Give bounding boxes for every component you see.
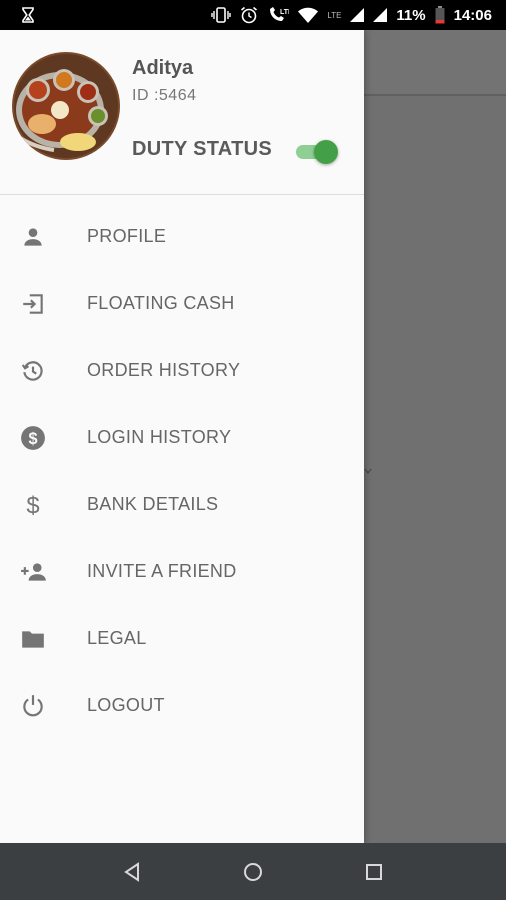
background-toolbar bbox=[364, 30, 506, 96]
navigation-drawer: Aditya ID :5464 DUTY STATUS PROFILE FLOA… bbox=[0, 30, 364, 843]
login-arrow-icon bbox=[0, 291, 87, 317]
battery-icon bbox=[435, 6, 445, 24]
menu-item-label: LOGIN HISTORY bbox=[87, 427, 232, 447]
recents-button[interactable] bbox=[344, 852, 404, 892]
vibrate-icon bbox=[211, 7, 232, 23]
menu-item-bank-details[interactable]: $ BANK DETAILS bbox=[0, 471, 364, 538]
folder-icon bbox=[0, 626, 87, 652]
menu-item-label: INVITE A FRIEND bbox=[87, 561, 237, 581]
menu-item-order-history[interactable]: ORDER HISTORY bbox=[0, 337, 364, 404]
user-name: Aditya bbox=[132, 57, 194, 79]
duty-status-toggle[interactable] bbox=[294, 140, 338, 164]
menu-item-logout[interactable]: LOGOUT bbox=[0, 672, 364, 739]
network-type: LTE bbox=[327, 10, 342, 20]
wifi-icon bbox=[298, 7, 319, 23]
menu-item-label: FLOATING CASH bbox=[87, 293, 235, 313]
person-add-icon bbox=[0, 559, 87, 585]
menu-item-label: BANK DETAILS bbox=[87, 494, 219, 514]
svg-text:LTE: LTE bbox=[280, 9, 289, 16]
home-button[interactable] bbox=[223, 852, 283, 892]
background-chevron-icon bbox=[364, 462, 372, 478]
recents-square-icon bbox=[365, 863, 382, 880]
status-bar: LTE LTE 11% 14:06 bbox=[0, 0, 506, 30]
system-nav-bar bbox=[0, 843, 506, 900]
signal-2-icon bbox=[373, 8, 388, 22]
dollar-circle-icon: $ bbox=[0, 425, 87, 451]
person-icon bbox=[0, 224, 87, 250]
menu-item-floating-cash[interactable]: FLOATING CASH bbox=[0, 270, 364, 337]
alarm-icon bbox=[240, 6, 258, 24]
menu-item-invite-friend[interactable]: INVITE A FRIEND bbox=[0, 538, 364, 605]
power-icon bbox=[0, 693, 87, 719]
background-scrim[interactable] bbox=[364, 30, 506, 843]
svg-text:$: $ bbox=[26, 492, 39, 517]
clock: 14:06 bbox=[453, 6, 492, 24]
avatar[interactable] bbox=[12, 52, 120, 160]
menu-item-label: ORDER HISTORY bbox=[87, 360, 241, 380]
user-id: ID :5464 bbox=[132, 87, 197, 104]
menu-item-profile[interactable]: PROFILE bbox=[0, 203, 364, 270]
svg-text:$: $ bbox=[28, 429, 37, 447]
drawer-header: Aditya ID :5464 DUTY STATUS bbox=[0, 30, 364, 195]
wifi-call-icon: LTE bbox=[267, 6, 289, 24]
history-icon bbox=[0, 358, 87, 384]
menu-item-label: LOGOUT bbox=[87, 695, 165, 715]
drawer-menu: PROFILE FLOATING CASH ORDER HISTORY $ LO… bbox=[0, 195, 364, 739]
back-button[interactable] bbox=[102, 852, 162, 892]
home-circle-icon bbox=[243, 862, 262, 881]
menu-item-label: PROFILE bbox=[87, 226, 167, 246]
dollar-icon: $ bbox=[0, 492, 87, 517]
signal-icon bbox=[350, 8, 365, 22]
duty-status-label: DUTY STATUS bbox=[132, 138, 272, 160]
menu-item-legal[interactable]: LEGAL bbox=[0, 605, 364, 672]
menu-item-login-history[interactable]: $ LOGIN HISTORY bbox=[0, 404, 364, 471]
hourglass-icon bbox=[22, 7, 34, 23]
menu-item-label: LEGAL bbox=[87, 628, 147, 648]
back-triangle-icon bbox=[124, 861, 140, 882]
toggle-thumb bbox=[314, 140, 338, 164]
battery-percent: 11% bbox=[396, 6, 426, 24]
